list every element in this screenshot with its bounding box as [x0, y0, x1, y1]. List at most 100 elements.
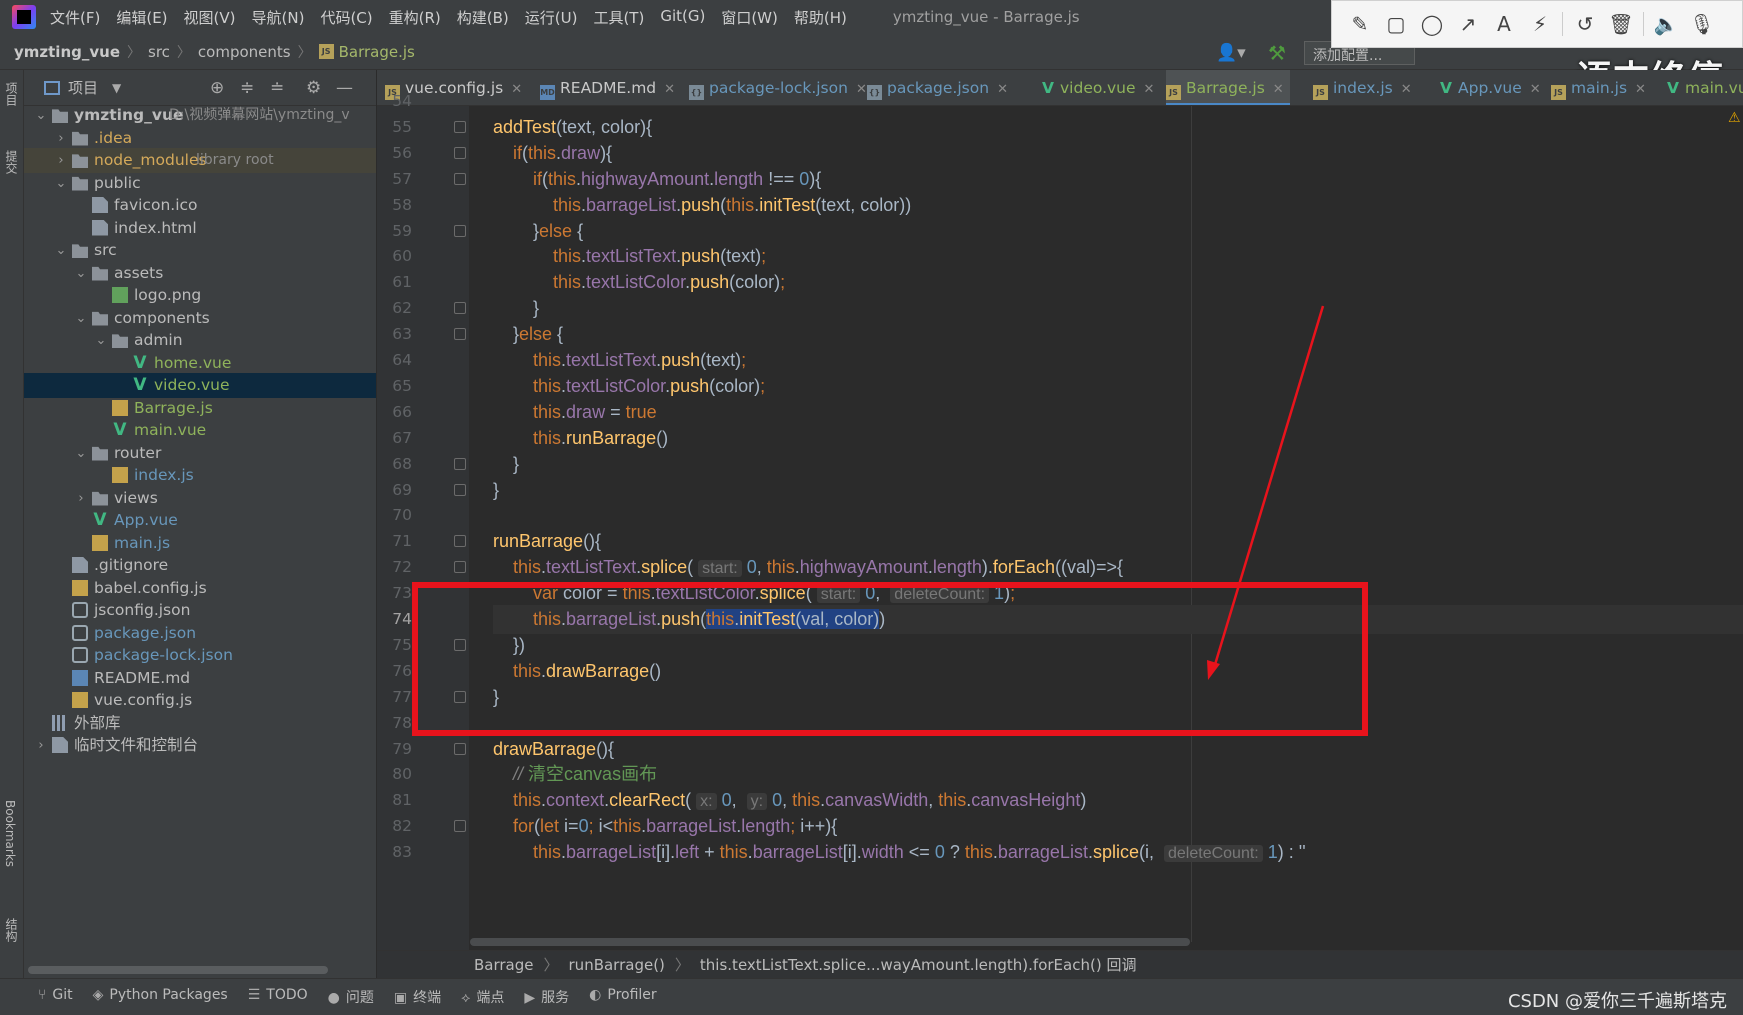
- hide-panel-icon[interactable]: —: [336, 78, 353, 98]
- locate-icon[interactable]: ⊕: [210, 78, 224, 98]
- tree-item[interactable]: package-lock.json: [24, 643, 376, 668]
- expand-all-icon[interactable]: ≑: [240, 78, 254, 98]
- code-line[interactable]: }else {: [493, 320, 563, 349]
- text-icon[interactable]: A: [1486, 12, 1522, 36]
- chevron-down-icon[interactable]: ⌄: [74, 441, 88, 466]
- close-icon[interactable]: ✕: [856, 82, 867, 97]
- editor-crumb-callback[interactable]: this.textListText.splice...wayAmount.len…: [700, 954, 1137, 975]
- code-line[interactable]: drawBarrage(){: [493, 735, 614, 764]
- tree-item[interactable]: ⌄ router: [24, 441, 376, 466]
- tree-item[interactable]: › 临时文件和控制台: [24, 733, 376, 758]
- fold-marker-icon[interactable]: [454, 561, 466, 574]
- tree-item[interactable]: › views: [24, 486, 376, 511]
- pencil-icon[interactable]: ✎: [1342, 12, 1378, 36]
- breadcrumb-project[interactable]: ymzting_vue: [14, 43, 120, 61]
- menu-item[interactable]: 导航(N): [252, 7, 305, 28]
- collapse-all-icon[interactable]: ≐: [270, 78, 284, 98]
- bottom-tool-terminal[interactable]: ▣ 终端: [394, 987, 441, 1007]
- tree-item[interactable]: 外部库: [24, 711, 376, 736]
- chevron-down-icon[interactable]: ⌄: [74, 261, 88, 286]
- menu-item[interactable]: 编辑(E): [116, 7, 167, 28]
- warning-icon[interactable]: ⚠: [1728, 110, 1741, 126]
- tree-item[interactable]: package.json: [24, 621, 376, 646]
- trash-icon[interactable]: 🗑: [1603, 12, 1639, 36]
- menu-item[interactable]: 文件(F): [50, 7, 100, 28]
- tree-item[interactable]: V App.vue: [24, 508, 376, 533]
- tree-item[interactable]: ⌄ assets: [24, 261, 376, 286]
- close-icon[interactable]: ✕: [1144, 82, 1155, 97]
- tree-item[interactable]: index.js: [24, 463, 376, 488]
- close-icon[interactable]: ✕: [1635, 82, 1646, 97]
- menu-item[interactable]: 窗口(W): [721, 7, 778, 28]
- chevron-right-icon[interactable]: ›: [54, 126, 68, 151]
- code-line[interactable]: this.textListColor.push(color);: [493, 372, 765, 401]
- bottom-tool-profiler[interactable]: ◐ Profiler: [589, 987, 657, 1007]
- chevron-down-icon[interactable]: ▼: [112, 81, 121, 95]
- editor-tab[interactable]: V App.vue ✕: [1440, 70, 1547, 105]
- microphone-icon[interactable]: 🎙: [1684, 12, 1720, 36]
- editor-tab[interactable]: JS index.js ✕: [1313, 70, 1418, 105]
- chevron-right-icon[interactable]: ›: [54, 148, 68, 173]
- menu-item[interactable]: 帮助(H): [794, 7, 847, 28]
- editor-crumb-method[interactable]: runBarrage(): [569, 956, 665, 974]
- code-line[interactable]: this.textListColor.push(color);: [493, 268, 785, 297]
- close-icon[interactable]: ✕: [1530, 82, 1541, 97]
- code-line[interactable]: this.barrageList.push(this.initTest(text…: [493, 191, 911, 220]
- editor-horizontal-scrollbar[interactable]: [470, 938, 1190, 946]
- fold-marker-icon[interactable]: [454, 120, 466, 133]
- fold-marker-icon[interactable]: [454, 302, 466, 315]
- code-line[interactable]: this.textListText.push(text);: [493, 242, 766, 271]
- menu-item[interactable]: 工具(T): [593, 7, 644, 28]
- code-line[interactable]: runBarrage(){: [493, 527, 601, 556]
- fold-marker-icon[interactable]: [454, 483, 466, 496]
- menu-item[interactable]: 运行(U): [525, 7, 578, 28]
- tree-item[interactable]: ⌄ components: [24, 306, 376, 331]
- code-line[interactable]: }: [493, 294, 539, 323]
- tree-horizontal-scrollbar[interactable]: [24, 962, 376, 978]
- fold-marker-icon[interactable]: [454, 146, 466, 159]
- code-line[interactable]: this.runBarrage(): [493, 424, 668, 453]
- chevron-right-icon[interactable]: ›: [34, 733, 48, 758]
- magic-wand-icon[interactable]: ⚡: [1522, 12, 1558, 36]
- code-line[interactable]: this.barrageList[i].left + this.barrageL…: [493, 838, 1306, 867]
- chevron-down-icon[interactable]: ⌄: [94, 328, 108, 353]
- tree-item[interactable]: logo.png: [24, 283, 376, 308]
- menu-item[interactable]: 重构(R): [389, 7, 441, 28]
- code-line[interactable]: this.textListText.splice( start: 0, this…: [493, 553, 1123, 582]
- tree-item[interactable]: babel.config.js: [24, 576, 376, 601]
- chevron-down-icon[interactable]: ⌄: [74, 306, 88, 331]
- structure-tool-button[interactable]: 结构: [3, 918, 20, 942]
- code-line[interactable]: // 清空canvas画布: [493, 760, 657, 789]
- user-icon[interactable]: 👤▾: [1216, 43, 1246, 63]
- menu-item[interactable]: 视图(V): [184, 7, 236, 28]
- menu-item[interactable]: 构建(B): [457, 7, 509, 28]
- undo-icon[interactable]: ↺: [1567, 12, 1603, 36]
- tree-item[interactable]: Vvideo.vue: [24, 373, 376, 398]
- close-icon[interactable]: ✕: [997, 82, 1008, 97]
- code-line[interactable]: }else {: [493, 217, 583, 246]
- code-line[interactable]: this.draw = true: [493, 398, 657, 427]
- editor-tab[interactable]: MD README.md ✕: [540, 70, 681, 105]
- tree-item[interactable]: ⌄ admin: [24, 328, 376, 353]
- breadcrumb-file[interactable]: Barrage.js: [339, 43, 415, 61]
- fold-marker-icon[interactable]: [454, 457, 466, 470]
- build-hammer-icon[interactable]: ⚒: [1268, 41, 1286, 65]
- editor-tab[interactable]: JS Barrage.js ✕: [1166, 70, 1290, 105]
- tree-item[interactable]: README.md: [24, 666, 376, 691]
- menu-item[interactable]: Git(G): [660, 7, 705, 28]
- arrow-icon[interactable]: ↗: [1450, 12, 1486, 36]
- bottom-tool-services[interactable]: ▶ 服务: [524, 987, 569, 1007]
- circle-icon[interactable]: ◯: [1414, 12, 1450, 36]
- code-line[interactable]: }: [493, 450, 519, 479]
- tree-item[interactable]: ⌄ src: [24, 238, 376, 263]
- tree-item[interactable]: ⌄ public: [24, 171, 376, 196]
- editor-crumb-class[interactable]: Barrage: [474, 956, 534, 974]
- tree-item[interactable]: favicon.ico: [24, 193, 376, 218]
- fold-marker-icon[interactable]: [454, 328, 466, 341]
- commit-tool-button[interactable]: 提交: [3, 150, 20, 174]
- code-line[interactable]: if(this.highwayAmount.length !== 0){: [493, 165, 821, 194]
- scrollbar-thumb[interactable]: [28, 966, 328, 974]
- tree-item[interactable]: jsconfig.json: [24, 598, 376, 623]
- fold-marker-icon[interactable]: [454, 224, 466, 237]
- fold-marker-icon[interactable]: [454, 172, 466, 185]
